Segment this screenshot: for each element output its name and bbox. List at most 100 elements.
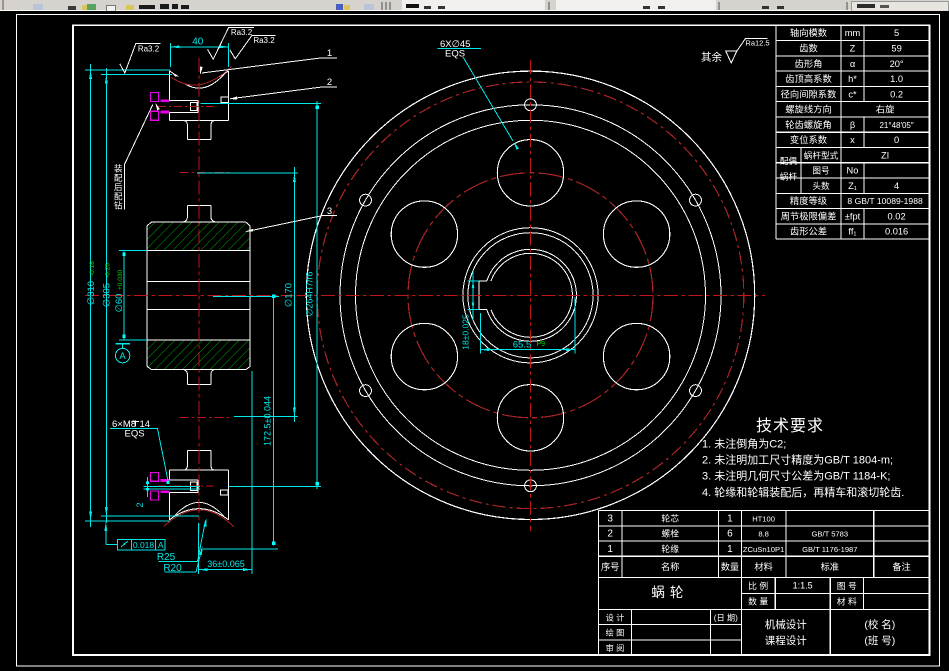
svg-text:0.02: 0.02 xyxy=(888,212,906,222)
svg-text:轴向模数: 轴向模数 xyxy=(790,27,828,38)
svg-text:4. 轮缘和轮辑装配后，再精车和滚切轮齿.: 4. 轮缘和轮辑装配后，再精车和滚切轮齿. xyxy=(702,485,904,499)
svg-text:数 量: 数 量 xyxy=(748,596,768,607)
svg-text:设 计: 设 计 xyxy=(606,612,625,622)
svg-text:3: 3 xyxy=(607,513,613,524)
svg-text:65.5: 65.5 xyxy=(513,339,532,350)
svg-text:GB/T 5783: GB/T 5783 xyxy=(812,530,849,539)
svg-text:Ra3.2: Ra3.2 xyxy=(231,28,253,37)
svg-text:变位系数: 变位系数 xyxy=(790,134,828,145)
svg-text:齿数: 齿数 xyxy=(799,43,818,54)
svg-text:技术要求: 技术要求 xyxy=(756,417,824,435)
svg-text:0: 0 xyxy=(894,135,899,145)
svg-text:EQS: EQS xyxy=(125,429,145,440)
svg-text:材 料: 材 料 xyxy=(837,596,857,607)
svg-text:其余: 其余 xyxy=(701,51,722,64)
svg-text:名称: 名称 xyxy=(661,561,679,572)
svg-text:P9: P9 xyxy=(537,341,546,348)
svg-text:(班 号): (班 号) xyxy=(864,635,895,647)
svg-text:螺栓: 螺栓 xyxy=(661,528,679,539)
svg-text:课程设计: 课程设计 xyxy=(765,634,807,647)
svg-text:GB/T 1176-1987: GB/T 1176-1987 xyxy=(802,545,857,554)
svg-text:比 例: 比 例 xyxy=(748,580,768,591)
svg-text:轮缘: 轮缘 xyxy=(661,543,679,554)
svg-text:172.5±0.044: 172.5±0.044 xyxy=(263,396,273,446)
svg-text:8.8: 8.8 xyxy=(758,530,769,539)
svg-text:2: 2 xyxy=(607,529,613,540)
svg-text:6: 6 xyxy=(727,529,733,540)
svg-text:5: 5 xyxy=(894,28,899,38)
svg-text:1: 1 xyxy=(607,544,613,555)
svg-text:1.0: 1.0 xyxy=(890,74,903,84)
svg-text:40: 40 xyxy=(192,36,204,47)
svg-text:右旋: 右旋 xyxy=(876,104,895,115)
svg-text:∅264H7/r6: ∅264H7/r6 xyxy=(305,272,315,317)
svg-text:1: 1 xyxy=(727,513,733,524)
svg-text:∅310: ∅310 xyxy=(86,281,97,305)
svg-text:8 GB/T 10089-1988: 8 GB/T 10089-1988 xyxy=(847,196,923,206)
svg-text:∅170: ∅170 xyxy=(284,283,295,307)
svg-text:1. 未注倒角为C2;: 1. 未注倒角为C2; xyxy=(702,436,786,450)
svg-text:数量: 数量 xyxy=(721,561,739,572)
svg-text:齿形角: 齿形角 xyxy=(795,58,823,69)
svg-text:EQS: EQS xyxy=(445,48,465,59)
svg-text:轮芯: 轮芯 xyxy=(661,512,679,523)
svg-text:2: 2 xyxy=(327,77,332,88)
svg-text:+0.030: +0.030 xyxy=(117,270,124,290)
svg-text:(校 名): (校 名) xyxy=(864,618,895,631)
svg-text:c*: c* xyxy=(848,89,857,99)
svg-text:轮齿螺旋角: 轮齿螺旋角 xyxy=(785,119,832,130)
svg-text:h*: h* xyxy=(848,74,857,84)
svg-text:α: α xyxy=(850,59,856,69)
svg-text:图 号: 图 号 xyxy=(837,581,857,591)
svg-text:mm: mm xyxy=(845,28,861,38)
svg-text:2: 2 xyxy=(135,502,145,507)
svg-text:HT100: HT100 xyxy=(752,514,775,523)
svg-text:头数: 头数 xyxy=(812,180,830,191)
svg-text:齿顶高系数: 齿顶高系数 xyxy=(785,73,832,84)
svg-text:1:1.5: 1:1.5 xyxy=(793,580,813,590)
svg-text:0.018: 0.018 xyxy=(133,540,155,550)
svg-text:配偶: 配偶 xyxy=(780,155,798,166)
svg-text:材料: 材料 xyxy=(754,561,772,572)
svg-text:4: 4 xyxy=(894,181,899,191)
svg-text:3. 未注明几何尺寸公差为GB/T 1184-K;: 3. 未注明几何尺寸公差为GB/T 1184-K; xyxy=(702,469,890,483)
svg-text:∅60: ∅60 xyxy=(114,294,125,313)
svg-text:1: 1 xyxy=(727,544,733,555)
svg-text:标准: 标准 xyxy=(821,561,839,572)
svg-text:18±0.025: 18±0.025 xyxy=(461,314,471,350)
svg-text:备注: 备注 xyxy=(892,561,910,572)
svg-text:ZCuSn10P1: ZCuSn10P1 xyxy=(743,545,784,554)
svg-text:A: A xyxy=(158,540,164,550)
svg-text:径向间隙系数: 径向间隙系数 xyxy=(781,88,837,99)
svg-text:Ra3.2: Ra3.2 xyxy=(253,36,275,45)
svg-text:Z₁: Z₁ xyxy=(848,181,857,191)
svg-text:No: No xyxy=(847,166,859,176)
svg-text:-0.18: -0.18 xyxy=(89,261,96,276)
svg-text:螺旋线方向: 螺旋线方向 xyxy=(785,104,832,115)
svg-text:-0.25: -0.25 xyxy=(104,263,111,278)
svg-text:齿形公差: 齿形公差 xyxy=(790,226,827,237)
svg-text:20°: 20° xyxy=(890,59,904,69)
svg-text:蜗轮: 蜗轮 xyxy=(651,585,688,600)
svg-text:Z: Z xyxy=(850,44,856,54)
svg-text:1: 1 xyxy=(327,48,332,59)
svg-text:3: 3 xyxy=(327,206,332,217)
svg-text:精度等级: 精度等级 xyxy=(790,195,827,206)
svg-text:ZI: ZI xyxy=(881,150,889,160)
svg-text:蜗杆型式: 蜗杆型式 xyxy=(804,149,839,160)
svg-text:±fpt: ±fpt xyxy=(845,212,861,222)
svg-text:Ra12.5: Ra12.5 xyxy=(745,38,769,47)
svg-text:21°48′05″: 21°48′05″ xyxy=(879,121,913,130)
svg-text:图号: 图号 xyxy=(812,166,829,176)
svg-text:ff₁: ff₁ xyxy=(848,227,856,237)
svg-text:2. 未注明加工尺寸精度为GB/T 1804-m;: 2. 未注明加工尺寸精度为GB/T 1804-m; xyxy=(702,453,893,467)
svg-text:x: x xyxy=(850,135,855,145)
svg-text:(日 期): (日 期) xyxy=(714,613,738,622)
svg-text:绘 图: 绘 图 xyxy=(606,628,625,638)
svg-text:β: β xyxy=(850,120,855,130)
svg-text:审 阅: 审 阅 xyxy=(606,643,625,653)
svg-text:0.2: 0.2 xyxy=(890,89,903,99)
svg-text:∅305: ∅305 xyxy=(101,283,112,307)
svg-text:机械设计: 机械设计 xyxy=(765,618,807,631)
svg-text:Ra3.2: Ra3.2 xyxy=(138,44,160,53)
